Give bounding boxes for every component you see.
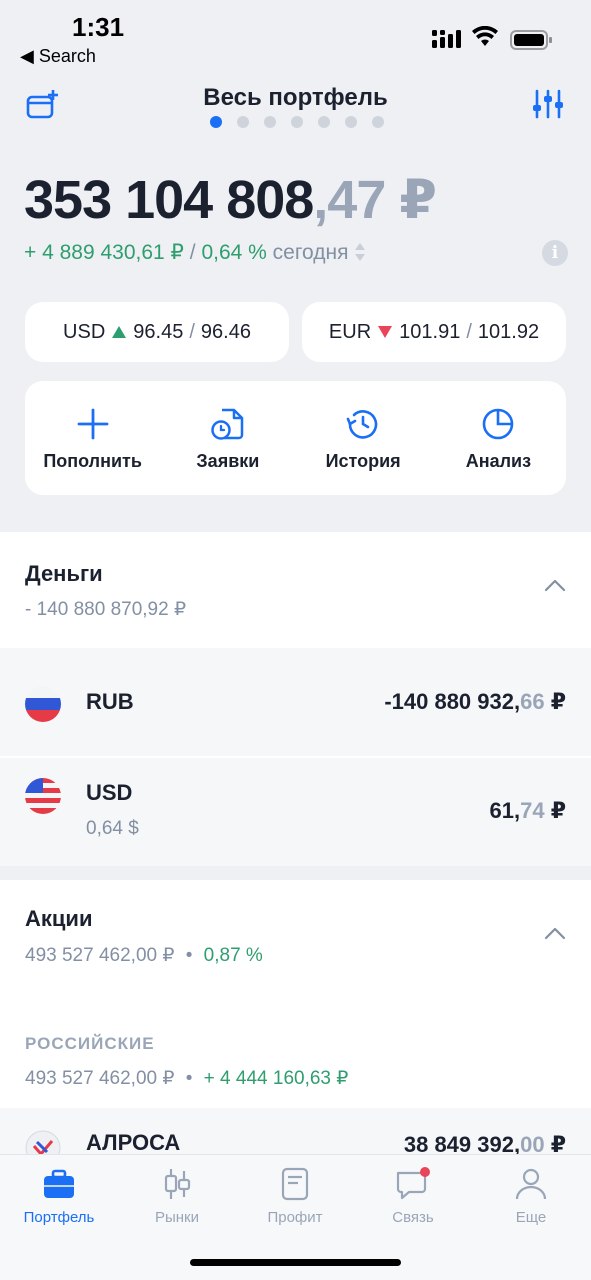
- group-total: 493 527 462,00 ₽: [25, 1068, 175, 1089]
- plus-icon: [77, 408, 109, 440]
- info-icon[interactable]: i: [542, 240, 568, 266]
- page-dot[interactable]: [318, 116, 330, 128]
- rate-currency: EUR: [328, 320, 372, 343]
- pie-chart-icon: [483, 408, 514, 440]
- page-dot[interactable]: [345, 116, 357, 128]
- balance-fraction: ,47 ₽: [313, 170, 437, 230]
- value-integer: -140 880 932,: [384, 689, 521, 714]
- money-section-title[interactable]: Деньги: [25, 561, 103, 587]
- rate-currency: USD: [63, 320, 106, 343]
- analysis-button[interactable]: Анализ: [431, 381, 566, 495]
- topup-button[interactable]: Пополнить: [25, 381, 160, 495]
- tab-more[interactable]: Еще: [472, 1167, 590, 1226]
- currency-amount: 0,64 $: [86, 818, 139, 839]
- stocks-percent: 0,87 %: [203, 945, 263, 966]
- portfolio-title[interactable]: Весь портфель: [0, 84, 591, 112]
- value-currency: ₽: [544, 798, 566, 823]
- rate-ask: 101.92: [477, 320, 540, 343]
- currency-value: 61,74 ₽: [490, 798, 567, 824]
- rate-separator: /: [466, 320, 472, 343]
- person-icon: [515, 1168, 547, 1200]
- tab-markets[interactable]: Рынки: [118, 1167, 236, 1226]
- tab-label: Еще: [515, 1209, 547, 1226]
- eur-rate-card[interactable]: EUR 101.91 / 101.92: [302, 302, 566, 362]
- history-button[interactable]: История: [296, 381, 431, 495]
- value-currency: ₽: [544, 689, 566, 714]
- stocks-section-title[interactable]: Акции: [25, 906, 92, 932]
- quick-actions: Пополнить Заявки История Анализ: [25, 381, 566, 495]
- rate-bid: 101.91: [399, 320, 461, 343]
- chat-icon: [396, 1167, 430, 1200]
- wifi-icon: [472, 26, 498, 46]
- stocks-total: 493 527 462,00 ₽: [25, 945, 175, 966]
- usa-flag-icon: [25, 778, 61, 814]
- portfolio-balance: 353 104 808,47 ₽: [24, 168, 437, 231]
- balance-integer: 353 104 808: [24, 170, 314, 230]
- action-label: Анализ: [465, 451, 532, 471]
- section-divider: [0, 866, 591, 880]
- candles-icon: [164, 1169, 191, 1199]
- action-label: Пополнить: [43, 451, 142, 471]
- rate-bid: 96.45: [133, 320, 184, 343]
- tab-label: Связь: [392, 1209, 434, 1226]
- chevron-up-icon[interactable]: [544, 926, 566, 940]
- change-period: сегодня: [272, 241, 349, 264]
- triangle-up-icon: [112, 326, 127, 338]
- action-label: Заявки: [196, 451, 260, 471]
- tab-label: Рынки: [154, 1209, 199, 1226]
- rate-separator: /: [189, 320, 195, 343]
- russia-flag-icon: [25, 686, 61, 722]
- value-integer: 61,: [489, 798, 521, 823]
- group-summary: 493 527 462,00 ₽ • + 4 444 160,63 ₽: [25, 1067, 348, 1090]
- currency-name: USD: [86, 780, 133, 805]
- page-dot[interactable]: [372, 116, 384, 128]
- group-change: + 4 444 160,63 ₽: [203, 1068, 349, 1089]
- back-to-search-link[interactable]: ◀ Search: [20, 46, 96, 67]
- battery-icon: [510, 30, 552, 50]
- group-title: РОССИЙСКИЕ: [25, 1034, 155, 1053]
- stocks-section-summary: 493 527 462,00 ₽ • 0,87 %: [25, 944, 263, 967]
- document-icon: [281, 1167, 309, 1201]
- bullet-separator: •: [185, 945, 193, 966]
- settings-sliders-icon[interactable]: [532, 88, 564, 120]
- page-dot[interactable]: [237, 116, 249, 128]
- tab-label: Портфель: [23, 1209, 95, 1226]
- triangle-down-icon: [378, 326, 393, 338]
- home-indicator[interactable]: [190, 1259, 401, 1266]
- change-percent: 0,64 %: [201, 241, 267, 264]
- status-bar: 1:31 ◀ Search: [0, 0, 591, 80]
- value-fraction: 66: [520, 689, 545, 714]
- currency-value: -140 880 932,66 ₽: [384, 689, 566, 715]
- stock-name: АЛРОСА: [86, 1130, 181, 1155]
- money-section-total: - 140 880 870,92 ₽: [25, 599, 187, 620]
- usd-rate-card[interactable]: USD 96.45 / 96.46: [25, 302, 289, 362]
- tab-chat[interactable]: Связь: [354, 1167, 472, 1226]
- status-time: 1:31: [72, 12, 125, 42]
- rate-ask: 96.46: [200, 320, 251, 343]
- tab-portfolio[interactable]: Портфель: [0, 1167, 118, 1226]
- notification-badge: [420, 1167, 430, 1177]
- cellular-signal-icon: [432, 30, 461, 48]
- briefcase-icon: [44, 1169, 74, 1198]
- orders-button[interactable]: Заявки: [160, 381, 295, 495]
- change-absolute: + 4 889 430,61 ₽: [24, 241, 184, 264]
- page-dot[interactable]: [210, 116, 222, 128]
- page-indicator[interactable]: [210, 116, 384, 128]
- orders-icon: [211, 408, 244, 440]
- chevron-up-icon[interactable]: [544, 578, 566, 592]
- page-dot[interactable]: [264, 116, 276, 128]
- value-fraction: 74: [520, 798, 545, 823]
- tab-label: Профит: [267, 1209, 323, 1226]
- change-separator: /: [183, 241, 202, 264]
- tab-profit[interactable]: Профит: [236, 1167, 354, 1226]
- bullet-separator: •: [185, 1068, 193, 1089]
- action-label: История: [325, 451, 401, 471]
- daily-change[interactable]: + 4 889 430,61 ₽ / 0,64 % сегодня: [24, 240, 366, 265]
- sort-updown-icon: [355, 243, 366, 261]
- history-icon: [346, 410, 378, 439]
- currency-name: RUB: [86, 689, 134, 714]
- page-dot[interactable]: [291, 116, 303, 128]
